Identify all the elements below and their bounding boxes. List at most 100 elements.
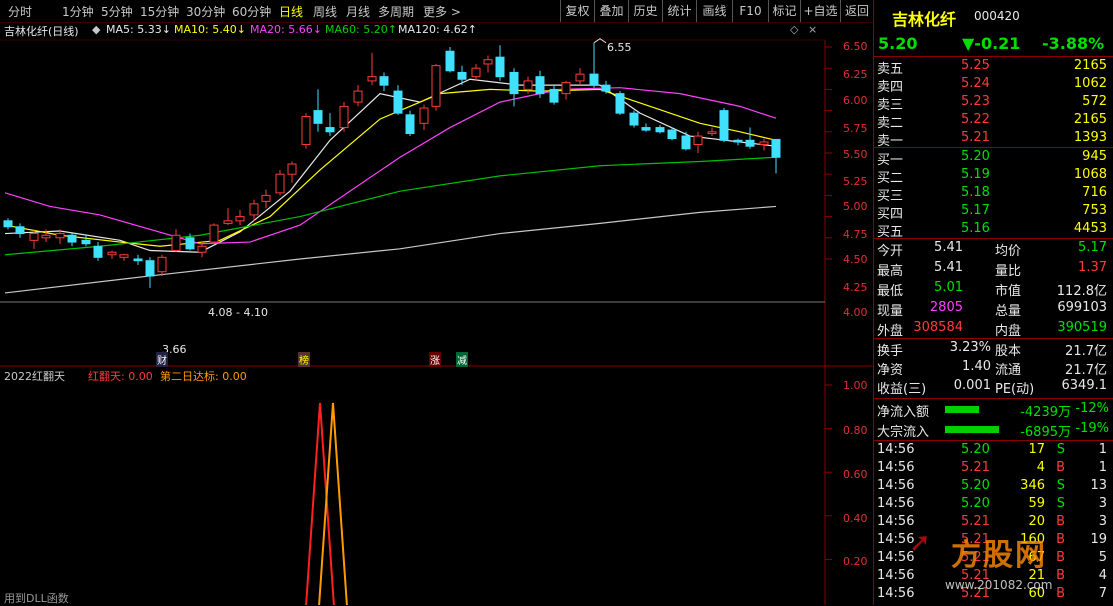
event-marker-reduce[interactable]: 减: [456, 352, 468, 367]
candle-body: [119, 254, 129, 258]
candle-body: [379, 76, 389, 86]
add-watchlist-button[interactable]: +自选: [800, 0, 840, 22]
tab-60min[interactable]: 60分钟: [232, 3, 271, 20]
divider: [873, 56, 1113, 57]
stat-row: 最高 5.41 量比 1.37: [877, 260, 1107, 279]
candle-body: [575, 73, 585, 82]
candle-body: [615, 93, 625, 114]
candle-body: [445, 50, 455, 72]
bid-row[interactable]: 买三 5.18 716: [873, 185, 1113, 204]
candle-body: [287, 163, 297, 175]
high-price-annotation: 6.55: [607, 41, 632, 54]
ask-row[interactable]: 卖五 5.25 2165: [873, 58, 1113, 77]
price-axis-label: 4.00: [843, 306, 868, 319]
candle-body: [509, 71, 519, 95]
flow-bar: [945, 426, 999, 433]
tick-list[interactable]: 14:56 5.20 17 S 1 14:56 5.21 4 B 1 14:56 5.20 346 S 13…: [873, 442, 1113, 605]
stat-row: 最低 5.01 市值 112.8亿: [877, 280, 1107, 299]
candle-body: [157, 256, 167, 273]
tick-row: 14:56 5.21 160 B 19: [877, 532, 1107, 547]
stock-code: 000420: [974, 9, 1020, 23]
candle-body: [483, 59, 493, 65]
ask-row[interactable]: 卖二 5.22 2165: [873, 112, 1113, 131]
candle-body: [261, 194, 271, 202]
draw-line-button[interactable]: 画线: [696, 0, 732, 22]
indicator-axis-label: 0.80: [843, 424, 868, 437]
candle-body: [641, 127, 651, 131]
mark-button[interactable]: 标记: [768, 0, 800, 22]
price-axis-label: 6.50: [843, 40, 868, 53]
tick-row: 14:56 5.20 346 S 13: [877, 478, 1107, 493]
ask-row[interactable]: 卖三 5.23 572: [873, 94, 1113, 113]
overlay-button[interactable]: 叠加: [594, 0, 628, 22]
candle-body: [55, 233, 65, 239]
candle-body: [393, 90, 403, 114]
indicator-footer: 用到DLL函数: [4, 592, 69, 605]
ma120-line: [4, 205, 777, 294]
indicator-line-red: [305, 402, 335, 605]
stat-row: 净资 1.40 流通 21.7亿: [877, 359, 1107, 378]
tab-5min[interactable]: 5分钟: [101, 3, 133, 20]
stat-row: 今开 5.41 均价 5.17: [877, 240, 1107, 259]
flow-row: 净流入额 -4239万 -12%: [877, 401, 1109, 420]
tick-row: 14:56 5.21 67 B 5: [877, 550, 1107, 565]
stat-row: 现量 2805 总量 699103: [877, 300, 1107, 319]
bid-row[interactable]: 买二 5.19 1068: [873, 167, 1113, 186]
candle-body: [457, 71, 467, 80]
stat-row: 收益(三) 0.001 PE(动) 6349.1: [877, 378, 1107, 397]
indicator-name[interactable]: 2022红翻天: [4, 368, 65, 384]
bid-row[interactable]: 买一 5.20 945: [873, 149, 1113, 168]
tick-row: 14:56 5.21 4 B 1: [877, 460, 1107, 475]
tab-multi-period[interactable]: 多周期: [378, 3, 414, 20]
candle-body: [275, 173, 285, 194]
tab-fenshi[interactable]: 分时: [8, 3, 32, 20]
tab-1min[interactable]: 1分钟: [62, 3, 94, 20]
divider: [873, 147, 1113, 148]
tab-more[interactable]: 更多 >: [423, 3, 461, 20]
bid-row[interactable]: 买五 5.16 4453: [873, 221, 1113, 240]
event-marker-list[interactable]: 榜: [298, 352, 310, 367]
tick-row: 14:56 5.21 20 B 3: [877, 514, 1107, 529]
price-axis-label: 6.25: [843, 68, 868, 81]
price-axis-label: 5.00: [843, 200, 868, 213]
tab-daily[interactable]: 日线: [279, 3, 303, 20]
statistics-button[interactable]: 统计: [662, 0, 696, 22]
candle-body: [601, 84, 611, 92]
tab-weekly[interactable]: 周线: [313, 3, 337, 20]
candle-body: [197, 245, 207, 253]
indicator-axis-label: 0.60: [843, 468, 868, 481]
ask-row[interactable]: 卖一 5.21 1393: [873, 130, 1113, 149]
candle-body: [405, 114, 415, 134]
stock-name: 吉林化纤: [892, 10, 957, 29]
candle-body: [681, 135, 691, 150]
history-button[interactable]: 历史: [628, 0, 662, 22]
price-change: ▼-0.21: [962, 34, 1021, 53]
candle-body: [41, 234, 51, 239]
kline-chart[interactable]: [0, 22, 873, 605]
stat-row: 外盘 308584 内盘 390519: [877, 320, 1107, 339]
candle-body: [759, 141, 769, 146]
candle-body: [471, 67, 481, 78]
tab-monthly[interactable]: 月线: [346, 3, 370, 20]
event-marker-limit-up[interactable]: 涨: [429, 352, 441, 367]
event-marker-finance[interactable]: 财: [156, 352, 168, 367]
ask-row[interactable]: 卖四 5.24 1062: [873, 76, 1113, 95]
candle-body: [655, 127, 665, 133]
back-button[interactable]: 返回: [840, 0, 873, 22]
indicator-value-1: 红翻天: 0.00: [88, 370, 153, 383]
bid-row[interactable]: 买四 5.17 753: [873, 203, 1113, 222]
candle-body: [93, 245, 103, 258]
candle-body: [145, 260, 155, 277]
stat-row: 换手 3.23% 股本 21.7亿: [877, 340, 1107, 359]
candle-body: [419, 107, 429, 124]
candle-body: [667, 129, 677, 140]
tab-15min[interactable]: 15分钟: [140, 3, 179, 20]
ma20-line: [4, 87, 777, 245]
restore-rights-button[interactable]: 复权: [560, 0, 594, 22]
candle-body: [339, 105, 349, 129]
f10-button[interactable]: F10: [732, 0, 768, 22]
flow-bar: [945, 406, 979, 413]
price-axis-label: 4.75: [843, 228, 868, 241]
candle-body: [67, 234, 77, 243]
tab-30min[interactable]: 30分钟: [186, 3, 225, 20]
